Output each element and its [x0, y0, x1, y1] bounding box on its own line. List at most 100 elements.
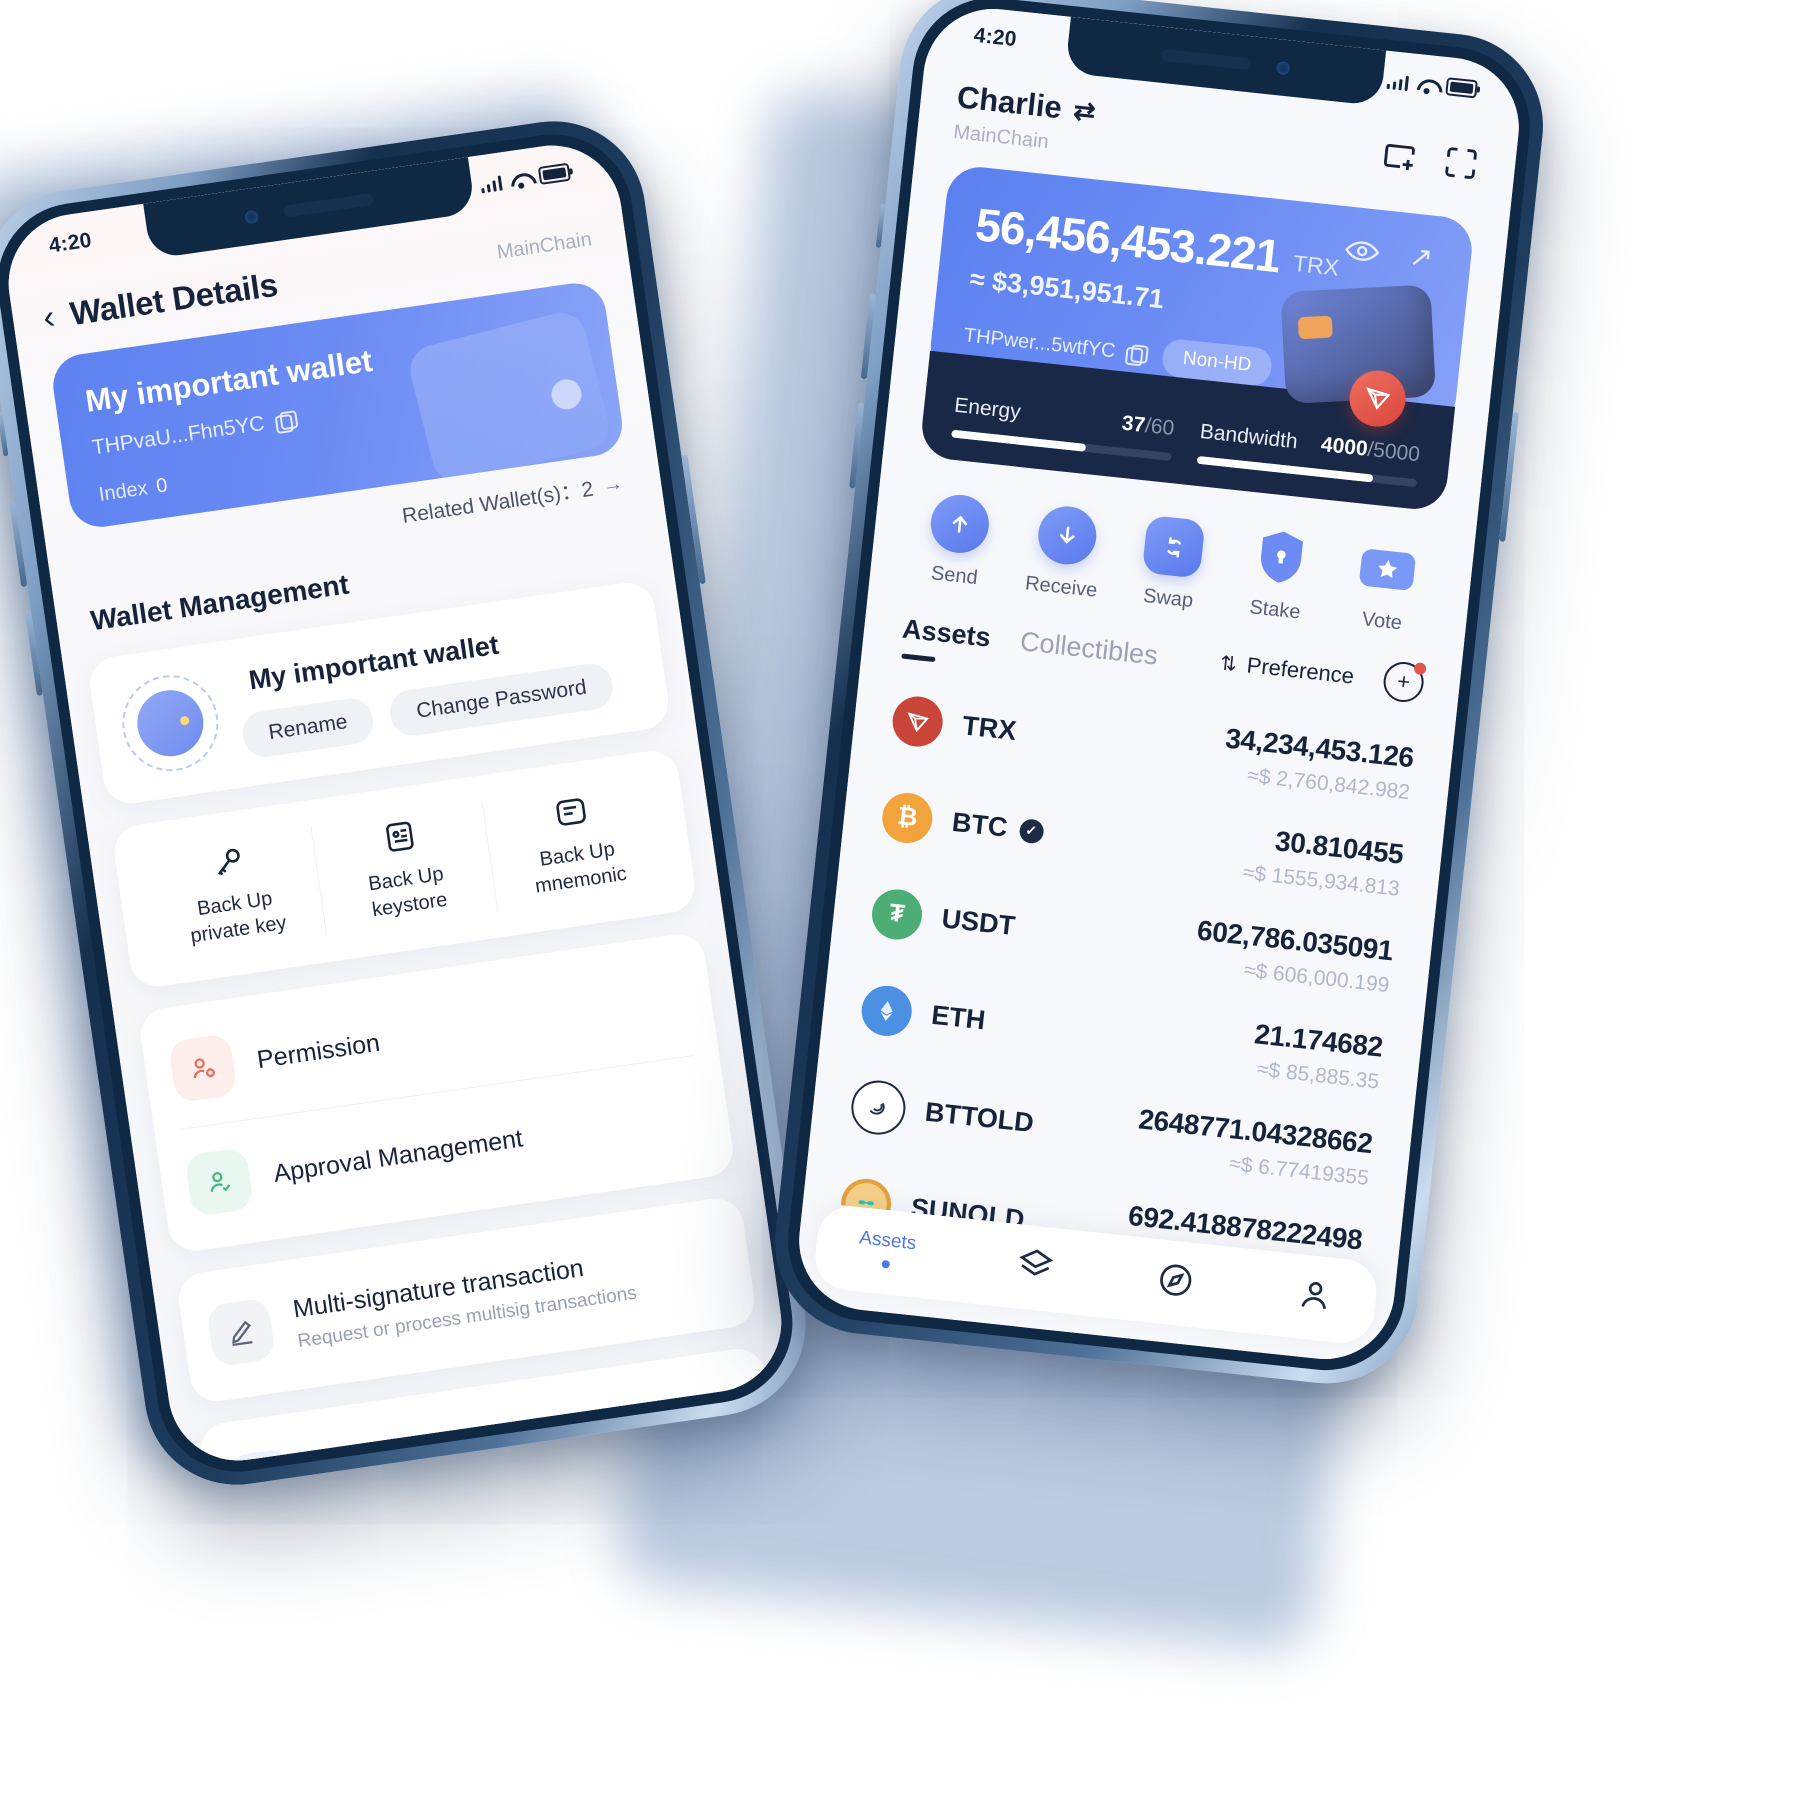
account-switch-icon[interactable]: ⇄ — [1072, 94, 1097, 127]
asset-symbol-bttold: BTTOLD — [923, 1096, 1036, 1139]
backup-keystore-label: Back Up keystore — [367, 862, 449, 923]
tab-assets[interactable]: Assets — [901, 613, 992, 653]
permission-menu-card: Permission Approval Management — [137, 930, 737, 1255]
balance-unit: TRX — [1291, 249, 1341, 281]
discover-icon — [1159, 1264, 1191, 1296]
bottom-nav-layers[interactable] — [1015, 1244, 1057, 1286]
asset-symbol-btc: BTC ✓ — [950, 807, 1045, 848]
verified-badge-icon: ✓ — [1017, 817, 1045, 844]
arrow-right-icon: → — [601, 471, 625, 497]
bittorrent-coin-icon — [848, 1077, 909, 1137]
avatar — [115, 668, 225, 778]
tether-coin-icon: ₮ — [869, 886, 925, 942]
asset-right-trx: 34,234,453.126 ≈$ 2,760,842.982 — [1221, 722, 1415, 805]
resource-bandwidth-total: /5000 — [1366, 437, 1422, 467]
action-send[interactable]: Send — [907, 490, 1008, 592]
asset-right-btc: 30.810455 ≈$ 1555,934.813 — [1242, 822, 1405, 901]
external-link-icon[interactable]: ↗ — [1408, 239, 1435, 274]
account-name-row[interactable]: Charlie ⇄ — [955, 79, 1097, 130]
asset-right-eth: 21.174682 ≈$ 85,885.35 — [1250, 1018, 1385, 1094]
receive-arrow-down-icon — [1034, 503, 1099, 568]
resource-bandwidth-used: 4000 — [1319, 432, 1369, 461]
earpiece-speaker — [1160, 48, 1252, 71]
account-block[interactable]: Charlie ⇄ MainChain — [952, 79, 1097, 158]
approval-user-check-icon — [184, 1147, 255, 1218]
bitcoin-coin-icon: ₿ — [879, 790, 935, 846]
front-camera-icon — [1276, 60, 1291, 75]
change-password-button[interactable]: Change Password — [387, 660, 616, 738]
signal-icon — [479, 175, 503, 194]
resource-energy-used: 37 — [1120, 411, 1147, 438]
link-chain-icon — [227, 1447, 298, 1470]
resource-bandwidth-value: 4000/5000 — [1320, 433, 1421, 467]
account-name: Charlie — [955, 79, 1064, 126]
backup-keystore-button[interactable]: Back Up keystore — [310, 801, 498, 937]
mnemonic-list-icon — [556, 798, 586, 826]
battery-icon — [537, 162, 572, 185]
resource-bandwidth-label: Bandwidth — [1198, 419, 1299, 454]
bottom-nav-assets-label: Assets — [858, 1227, 918, 1255]
add-token-icon[interactable]: + — [1381, 659, 1427, 704]
page-title: Wallet Details — [67, 265, 280, 333]
add-wallet-icon[interactable] — [1377, 135, 1421, 179]
action-vote[interactable]: Vote — [1335, 536, 1436, 638]
copy-icon[interactable] — [1125, 343, 1146, 364]
wallet-management-right: My important wallet Rename Change Passwo… — [233, 610, 642, 760]
bottom-nav-assets[interactable]: Assets — [857, 1227, 918, 1271]
wallet-home-page: Charlie ⇄ MainChain ↗ 56,456,453.221 TRX… — [792, 1, 1526, 1367]
backup-mnemonic-label: Back Up mnemonic — [530, 836, 629, 900]
profile-icon — [1301, 1282, 1326, 1310]
earpiece-speaker — [283, 193, 374, 218]
asset-right-usdt: 602,786.035091 ≈$ 606,000.199 — [1192, 915, 1395, 999]
asset-amount-eth: 21.174682 — [1252, 1018, 1385, 1063]
asset-usd-eth: ≈$ 85,885.35 — [1255, 1057, 1381, 1094]
wallet-avatar-icon — [132, 685, 208, 761]
backup-mnemonic-button[interactable]: Back Up mnemonic — [481, 776, 669, 912]
phone-right-bezel: 4:20 Charlie ⇄ MainChain ↗ 56,456,453.22… — [780, 0, 1538, 1379]
backup-private-key-button[interactable]: Back Up private key — [140, 826, 326, 961]
eye-icon[interactable] — [1344, 236, 1381, 265]
battery-icon — [1445, 77, 1478, 99]
scan-qr-icon[interactable] — [1439, 141, 1483, 185]
add-token-badge-dot — [1413, 662, 1427, 676]
bottom-nav-profile[interactable] — [1294, 1274, 1336, 1316]
chevron-left-icon[interactable]: ‹ — [41, 298, 58, 337]
wallet-management-row: My important wallet Rename Change Passwo… — [115, 609, 642, 778]
tron-coin-icon — [890, 693, 946, 749]
action-receive[interactable]: Receive — [1014, 502, 1115, 604]
right-status-time: 4:20 — [972, 23, 1018, 52]
asset-left-btc: ₿ BTC ✓ — [879, 790, 1046, 857]
asset-left-eth: ETH — [859, 982, 988, 1046]
signal-icon — [1386, 73, 1410, 92]
preference-label: Preference — [1245, 652, 1356, 689]
asset-left-trx: TRX — [890, 693, 1019, 757]
resource-energy-total: /60 — [1143, 414, 1176, 441]
ethereum-coin-icon — [859, 982, 915, 1038]
asset-symbol-trx: TRX — [960, 710, 1018, 747]
sort-arrows-icon: ⇅ — [1219, 651, 1239, 676]
action-swap[interactable]: Swap — [1121, 513, 1222, 615]
preference-button[interactable]: ⇅ Preference — [1219, 649, 1355, 689]
resource-energy-label: Energy — [953, 393, 1022, 424]
wallet-address: THPvaU...Fhn5YC — [90, 411, 267, 460]
navbar-left: ‹ Wallet Details — [41, 266, 280, 337]
bottom-nav-discover[interactable] — [1154, 1259, 1196, 1301]
rename-button[interactable]: Rename — [239, 695, 377, 760]
action-stake[interactable]: Stake — [1228, 524, 1329, 626]
menu-item-permission-texts: Permission — [255, 1028, 382, 1074]
asset-symbol-usdt: USDT — [940, 903, 1017, 941]
scene: 4:20 ‹ Wallet Details MainChain My impor… — [0, 0, 1800, 1800]
chain-label: MainChain — [495, 227, 594, 264]
pen-signature-icon — [205, 1297, 277, 1368]
asset-left-bttold: BTTOLD — [848, 1077, 1037, 1150]
tab-collectibles[interactable]: Collectibles — [1019, 626, 1159, 671]
asset-left-usdt: ₮ USDT — [869, 886, 1018, 951]
stake-shield-icon — [1249, 526, 1313, 590]
related-wallets-label: Related Wallet(s)：2 — [400, 477, 595, 528]
menu-item-approval-texts: Approval Management — [272, 1124, 525, 1189]
layers-icon — [1019, 1249, 1054, 1276]
permission-user-icon — [167, 1033, 238, 1104]
resource-bandwidth: Bandwidth 4000/5000 — [1196, 419, 1421, 488]
asset-list: TRX 34,234,453.126 ≈$ 2,760,842.982 ₿ BT… — [803, 666, 1455, 1265]
copy-icon[interactable] — [274, 410, 296, 432]
